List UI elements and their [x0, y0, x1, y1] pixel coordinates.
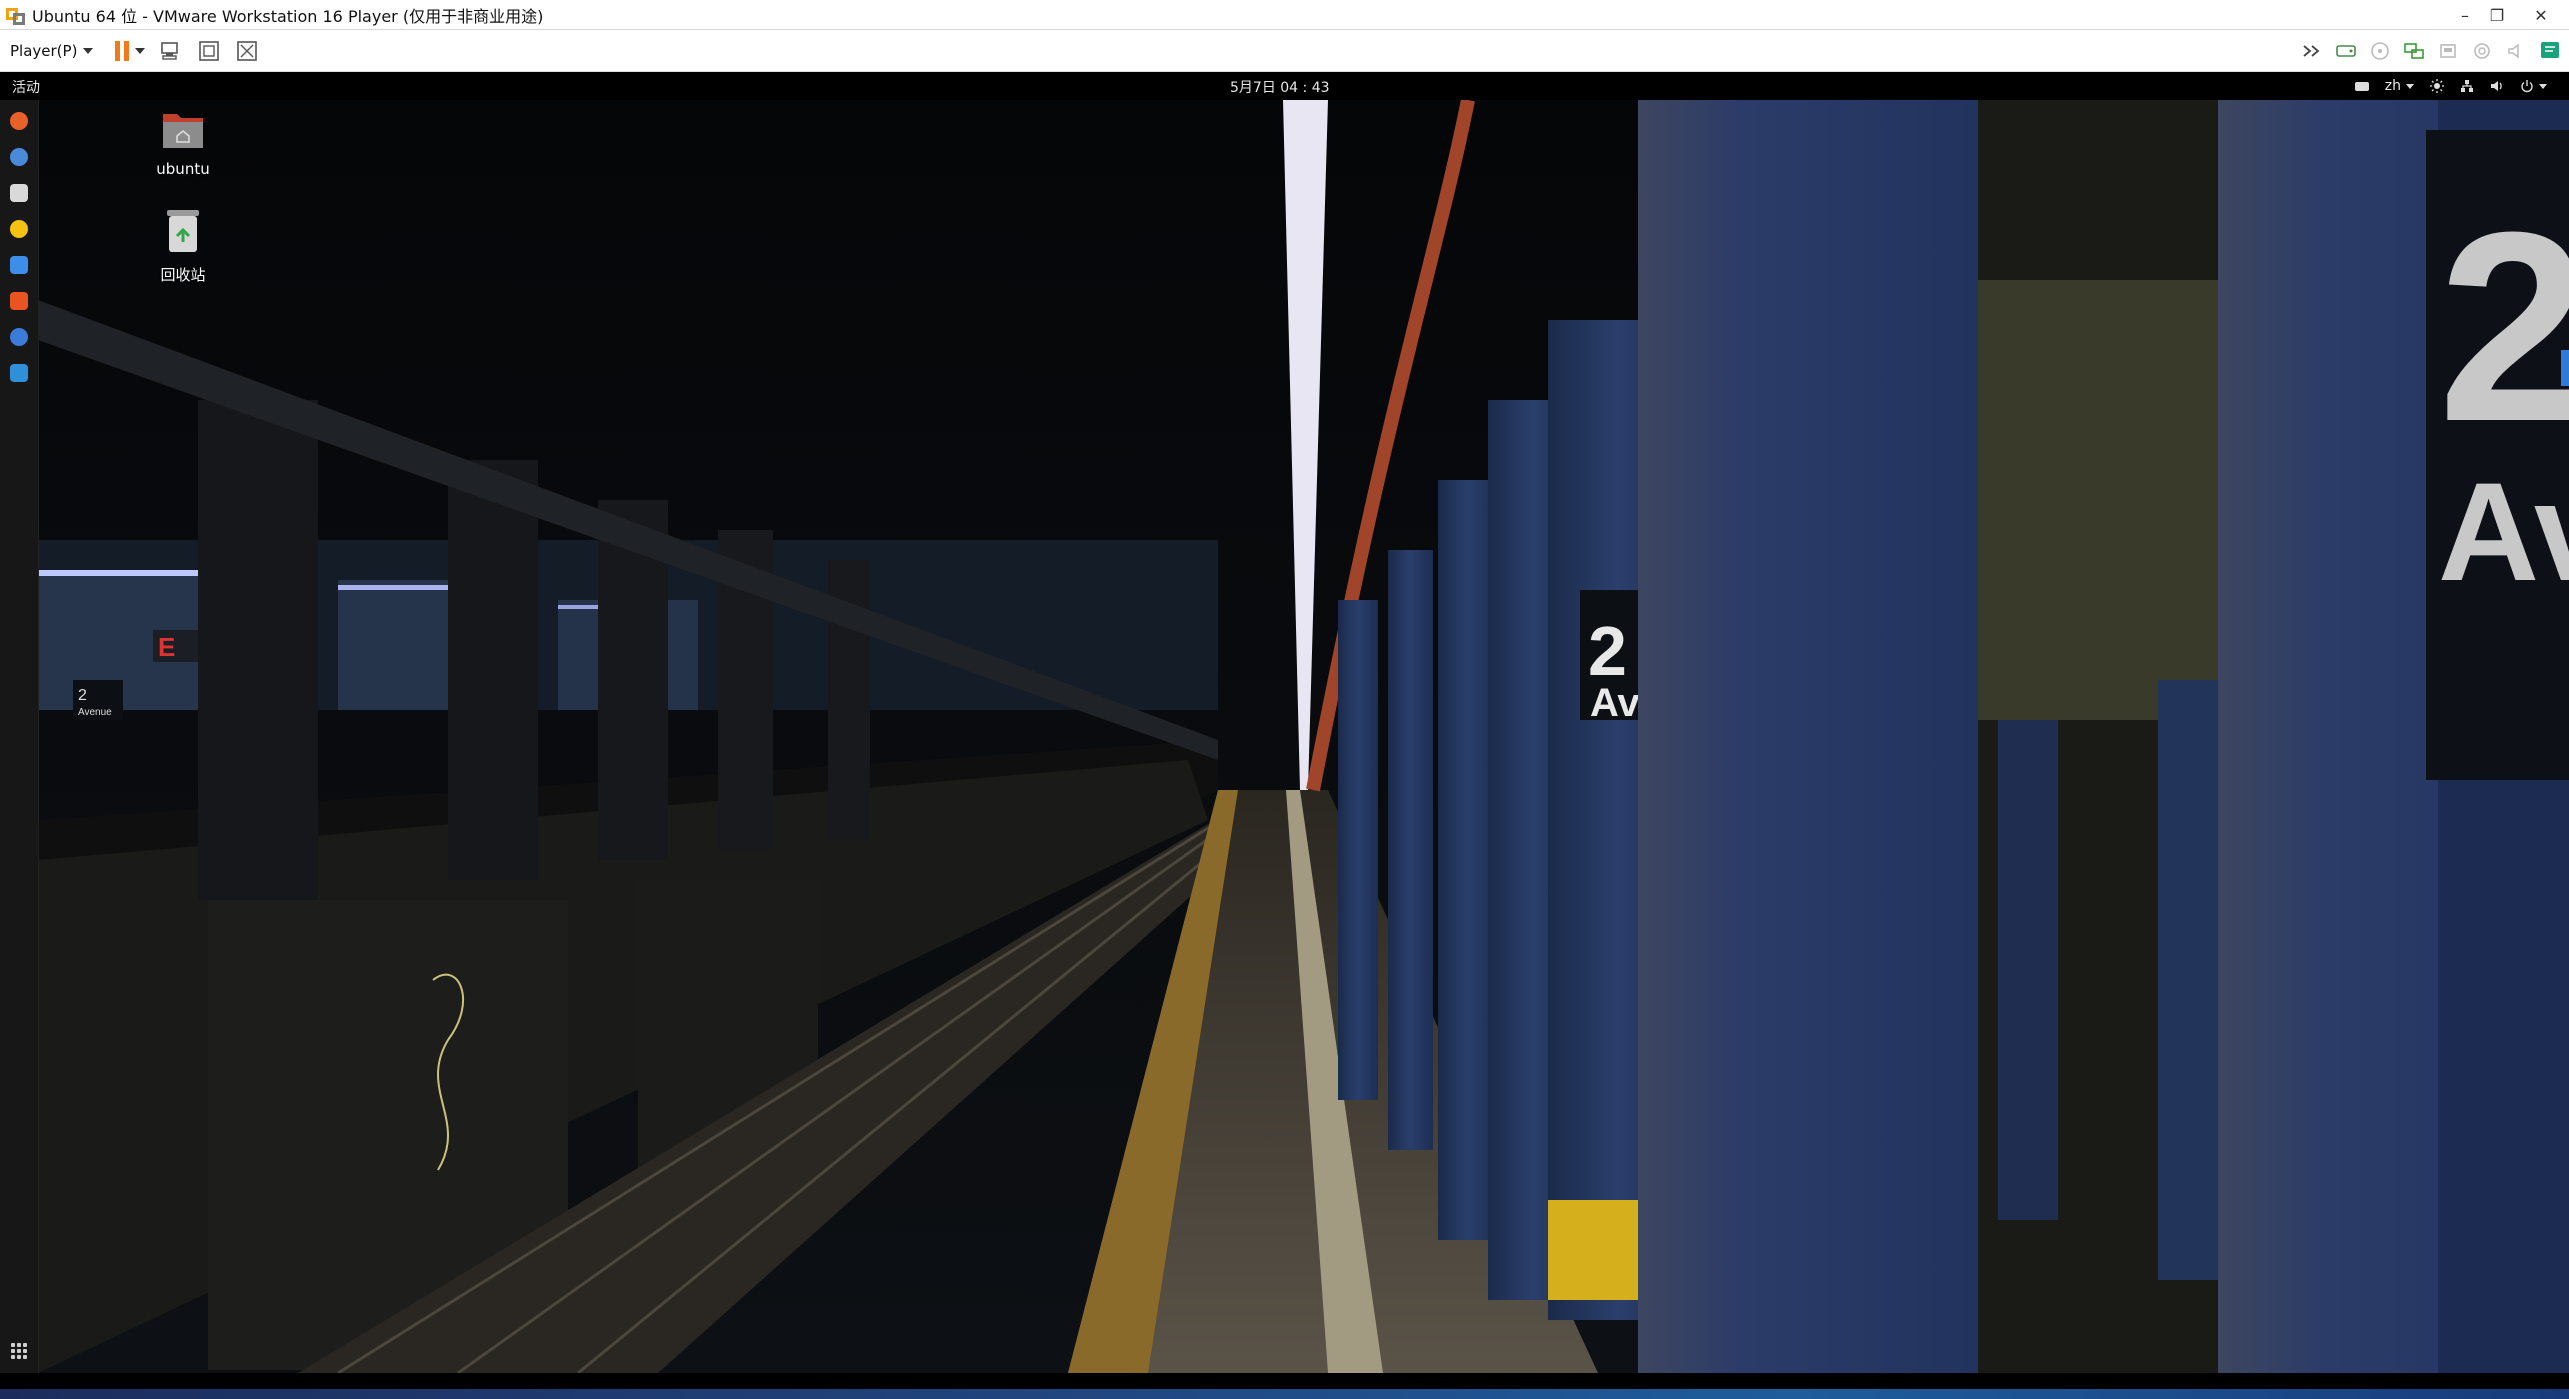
help-icon[interactable] [10, 328, 28, 346]
input-method-label: zh [2384, 78, 2401, 94]
clock[interactable]: 5月7日 04 : 43 [1230, 77, 1330, 97]
sign-number-mid: 2 [1588, 612, 1627, 690]
cd-button[interactable] [2369, 40, 2391, 62]
printer-icon [2474, 43, 2490, 59]
window-title: Ubuntu 64 位 - VMware Workstation 16 Play… [32, 6, 544, 26]
unity-button[interactable] [235, 40, 259, 62]
close-icon: ✕ [2534, 5, 2548, 25]
usb-button[interactable] [2437, 40, 2459, 62]
player-menu-label: Player(P) [10, 41, 78, 60]
player-menu[interactable]: Player(P) [10, 41, 94, 60]
scroll-indicator [2561, 350, 2569, 386]
sign-avenue-small: Avenue [78, 707, 112, 718]
cd-icon [2371, 42, 2389, 60]
system-tray[interactable]: zh [2354, 72, 2547, 100]
speaker-icon [2508, 43, 2519, 59]
more-icon [2303, 45, 2320, 57]
thunderbird-icon[interactable] [10, 148, 28, 166]
input-method-menu[interactable]: zh [2385, 78, 2414, 94]
minimize-button[interactable]: – [2449, 0, 2481, 30]
sound-button[interactable] [2505, 40, 2527, 62]
software-icon[interactable] [10, 292, 28, 310]
restore-button[interactable]: ❐ [2481, 0, 2513, 30]
fullscreen-icon [199, 40, 220, 61]
gnome-top-bar: 活动 5月7日 04 : 43 zh [0, 72, 2569, 100]
power-menu[interactable] [2520, 79, 2547, 93]
vscode-icon[interactable] [10, 364, 28, 382]
desktop-icon-trash[interactable]: 回收站 [128, 206, 238, 285]
rhythmbox-icon[interactable] [10, 220, 28, 238]
sign-ave-big: Ave [2438, 453, 2569, 610]
show-applications-icon[interactable] [11, 1343, 27, 1359]
chevron-down-icon [135, 47, 146, 54]
network-button[interactable] [2403, 40, 2425, 62]
send-ctrl-alt-del-button[interactable] [159, 40, 183, 62]
chevron-down-icon [2406, 83, 2414, 89]
brightness-icon [2430, 79, 2444, 93]
chevron-down-icon [2539, 83, 2547, 89]
hard-disk-button[interactable] [2335, 40, 2357, 62]
sign-number-big: 2 [2438, 177, 2569, 478]
minimize-icon: – [2461, 5, 2469, 25]
more-button[interactable] [2301, 40, 2323, 62]
files-icon[interactable] [10, 184, 28, 202]
writer-icon[interactable] [10, 256, 28, 274]
desktop-icon-trash-label: 回收站 [160, 266, 206, 284]
desktop-wallpaper: 2 Ave 2 Ave 2 Avenue E [38, 100, 2569, 1373]
ubuntu-dock [0, 100, 39, 1373]
desktop-icon-home-label: ubuntu [156, 160, 210, 178]
keyboard-icon[interactable] [2354, 81, 2369, 91]
home-folder-icon [163, 114, 203, 148]
window-titlebar[interactable]: Ubuntu 64 位 - VMware Workstation 16 Play… [0, 0, 2569, 30]
vmware-toolbar: Player(P) [0, 30, 2569, 72]
chevron-down-icon [83, 47, 94, 54]
message-button[interactable] [2539, 40, 2561, 62]
firefox-icon[interactable] [10, 112, 28, 130]
volume-icon [2491, 81, 2502, 91]
restore-icon: ❐ [2489, 5, 2505, 25]
activities-button[interactable]: 活动 [12, 77, 40, 97]
vmware-app-icon [6, 5, 26, 25]
message-icon [2541, 42, 2559, 58]
pause-button[interactable] [115, 40, 146, 61]
close-button[interactable]: ✕ [2513, 0, 2569, 30]
network-wired-icon [2461, 80, 2473, 92]
send-ctrl-alt-del-icon [161, 41, 179, 60]
host-taskbar-edge [0, 1389, 2569, 1399]
desktop-icon-home[interactable]: ubuntu [128, 108, 238, 178]
fullscreen-button[interactable] [197, 40, 221, 62]
network-icon [2404, 43, 2424, 59]
sign-exit: E [158, 632, 175, 662]
unity-icon [237, 40, 258, 61]
pause-icon [115, 40, 130, 61]
usb-icon [2440, 44, 2456, 58]
trash-icon [167, 210, 199, 252]
sign-number-small: 2 [78, 687, 87, 704]
printer-button[interactable] [2471, 40, 2493, 62]
power-icon [2521, 80, 2533, 93]
hard-disk-icon [2336, 45, 2356, 57]
vm-display[interactable]: 2 Ave 2 Ave 2 Avenue E 活动 5月7日 04 : 43 z… [0, 72, 2569, 1399]
